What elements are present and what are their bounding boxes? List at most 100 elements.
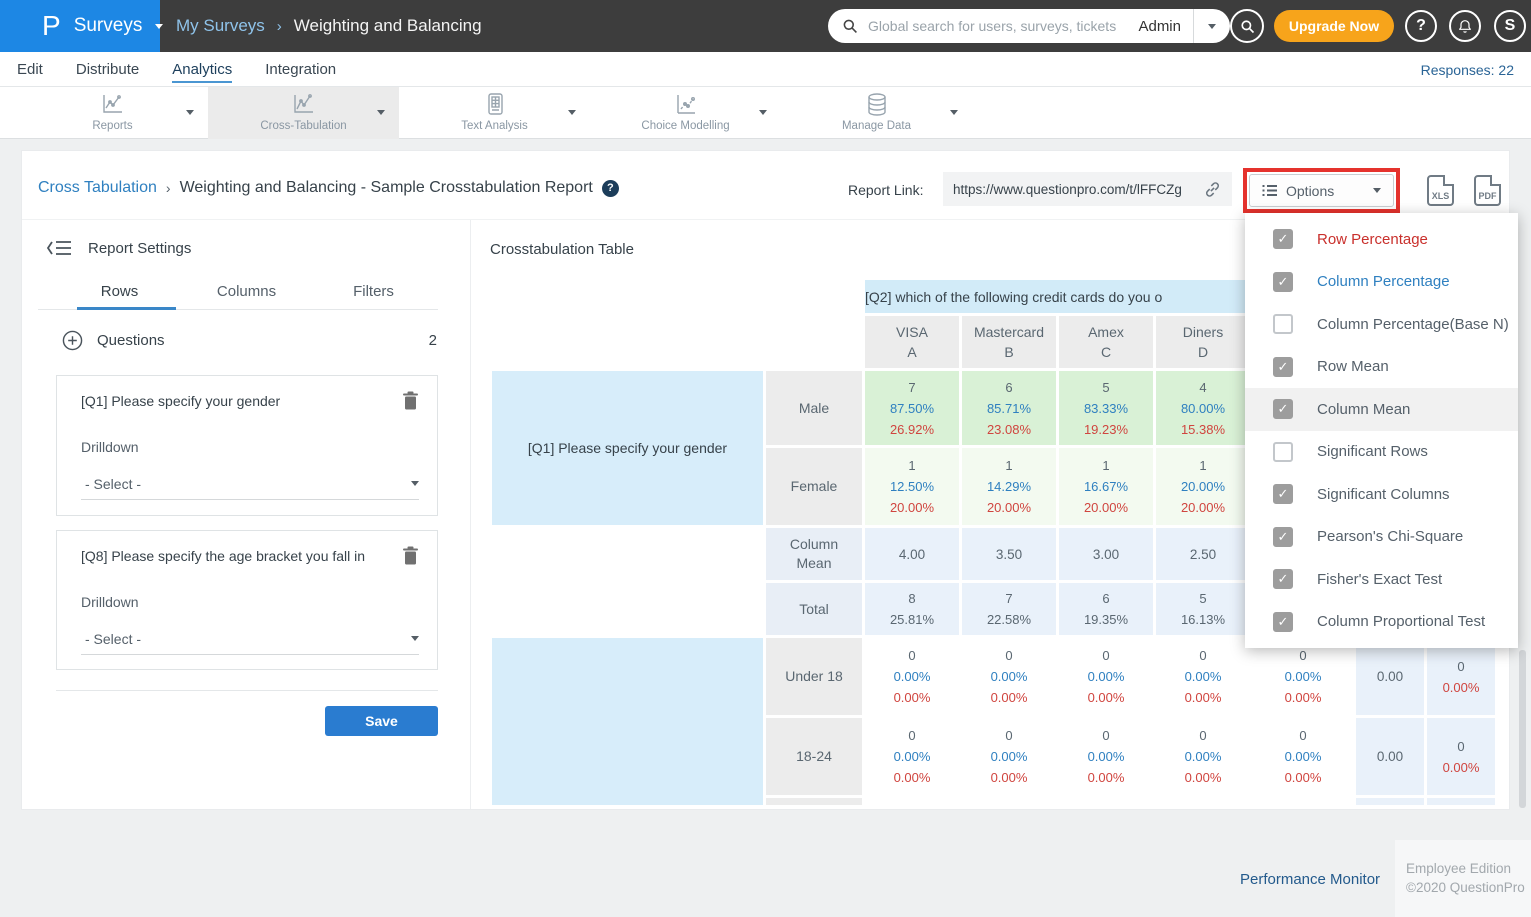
menu-item-row-mean[interactable]: Row Mean xyxy=(1245,346,1518,389)
drilldown-select[interactable]: - Select - xyxy=(81,623,419,655)
nav-edit[interactable]: Edit xyxy=(17,61,43,78)
checkbox[interactable] xyxy=(1273,272,1293,292)
tab-rows[interactable]: Rows xyxy=(56,283,183,310)
menu-item-significant-rows[interactable]: Significant Rows xyxy=(1245,431,1518,474)
report-settings-title: Report Settings xyxy=(88,240,191,257)
menu-item-row-percentage[interactable]: Row Percentage xyxy=(1245,218,1518,261)
help-icon[interactable]: ? xyxy=(602,180,619,197)
checkbox[interactable] xyxy=(1273,399,1293,419)
toolbar-reports[interactable]: Reports xyxy=(17,87,208,139)
menu-item-pearsons-chi-square[interactable]: Pearson's Chi-Square xyxy=(1245,516,1518,559)
questions-header: Questions 2 xyxy=(62,328,437,352)
toolbar-text-analysis[interactable]: Text Analysis xyxy=(399,87,590,139)
cross-tabulation-link[interactable]: Cross Tabulation xyxy=(38,179,157,197)
export-xls-button[interactable]: XLS xyxy=(1427,175,1454,206)
row-question-label xyxy=(492,638,763,805)
menu-item-column-proportional-test[interactable]: Column Proportional Test xyxy=(1245,601,1518,644)
add-question-icon[interactable] xyxy=(62,330,83,351)
search-input[interactable] xyxy=(868,18,1126,34)
checkbox[interactable] xyxy=(1273,612,1293,632)
chevron-down-icon[interactable] xyxy=(568,110,576,115)
column-header: AmexC xyxy=(1059,316,1153,368)
row-header: Under 18 xyxy=(766,638,862,715)
nav-distribute[interactable]: Distribute xyxy=(76,61,139,78)
report-link-box[interactable]: https://www.questionpro.com/t/lFFCZg xyxy=(943,172,1232,206)
search-submit-button[interactable] xyxy=(1230,9,1264,43)
checkbox[interactable] xyxy=(1273,569,1293,589)
menu-item-fishers-exact-test[interactable]: Fisher's Exact Test xyxy=(1245,558,1518,601)
export-pdf-button[interactable]: PDF xyxy=(1474,175,1501,206)
menu-item-column-percentage-base-n[interactable]: Column Percentage(Base N) xyxy=(1245,303,1518,346)
survey-nav: Edit Distribute Analytics Integration xyxy=(0,52,1531,87)
row-header xyxy=(766,798,862,805)
upgrade-now-button[interactable]: Upgrade Now xyxy=(1274,10,1394,42)
row-header: 18-24 xyxy=(766,718,862,795)
drilldown-label: Drilldown xyxy=(81,594,139,610)
help-button[interactable]: ? xyxy=(1405,10,1437,42)
checkbox[interactable] xyxy=(1273,527,1293,547)
toolbar-choice-modelling[interactable]: Choice Modelling xyxy=(590,87,781,139)
search-scope-caret[interactable] xyxy=(1194,9,1230,43)
toolbar-cross-tabulation[interactable]: Cross-Tabulation xyxy=(208,87,399,139)
checkbox[interactable] xyxy=(1273,314,1293,334)
row-header: Total xyxy=(766,583,862,635)
column-header: MastercardB xyxy=(962,316,1056,368)
tab-filters[interactable]: Filters xyxy=(310,283,437,310)
trash-icon xyxy=(402,391,419,410)
crosstab-cell: 0.00 xyxy=(1356,638,1424,715)
crosstab-cell: 120.00%20.00% xyxy=(1156,448,1250,525)
delete-question-button[interactable] xyxy=(402,391,419,415)
analytics-toolbar: Reports Cross-Tabulation Text Analysis C… xyxy=(0,87,1531,139)
link-icon[interactable] xyxy=(1203,180,1222,199)
crosstab-cell: 722.58% xyxy=(962,583,1056,635)
question-card: [Q1] Please specify your gender Drilldow… xyxy=(56,375,438,516)
chevron-down-icon[interactable] xyxy=(950,110,958,115)
crosstab-cell: 787.50%26.92% xyxy=(865,371,959,445)
settings-tabs: Rows Columns Filters xyxy=(56,283,437,310)
row-header: Female xyxy=(766,448,862,525)
row-header: ColumnMean xyxy=(766,528,862,580)
menu-item-column-percentage[interactable]: Column Percentage xyxy=(1245,261,1518,304)
crosstab-cell: 00.00%0.00% xyxy=(1156,718,1250,795)
notifications-button[interactable] xyxy=(1449,10,1481,42)
menu-item-significant-columns[interactable]: Significant Columns xyxy=(1245,473,1518,516)
vertical-scrollbar[interactable] xyxy=(1519,650,1526,808)
report-url[interactable]: https://www.questionpro.com/t/lFFCZg xyxy=(953,182,1195,197)
save-button[interactable]: Save xyxy=(325,706,438,736)
report-link-label: Report Link: xyxy=(848,182,923,198)
active-tab-indicator xyxy=(77,307,176,310)
crosstab-cell: 00.00%0.00% xyxy=(1253,638,1353,715)
chevron-down-icon[interactable] xyxy=(377,110,385,115)
checkbox[interactable] xyxy=(1273,484,1293,504)
responses-count: Responses: 22 xyxy=(1421,52,1514,87)
breadcrumb-separator: › xyxy=(166,180,171,196)
nav-integration[interactable]: Integration xyxy=(265,61,336,78)
crosstab-cell: 4.00 xyxy=(865,528,959,580)
line-chart-icon xyxy=(17,92,208,116)
avatar[interactable]: S xyxy=(1494,10,1526,42)
performance-monitor-link[interactable]: Performance Monitor xyxy=(1240,871,1380,888)
checkbox[interactable] xyxy=(1273,357,1293,377)
nav-analytics[interactable]: Analytics xyxy=(172,61,232,83)
crosstab-cell: 825.81% xyxy=(865,583,959,635)
chevron-down-icon[interactable] xyxy=(759,110,767,115)
checkbox[interactable] xyxy=(1273,229,1293,249)
search-scope-selector[interactable]: Admin xyxy=(1126,18,1193,35)
crosstab-cell: 516.13% xyxy=(1156,583,1250,635)
drilldown-select[interactable]: - Select - xyxy=(81,468,419,500)
document-icon xyxy=(399,92,590,116)
divider xyxy=(470,220,471,809)
collapse-panel-icon[interactable] xyxy=(46,239,72,257)
toolbar-manage-data[interactable]: Manage Data xyxy=(781,87,972,139)
highlight-annotation xyxy=(1243,168,1400,213)
delete-question-button[interactable] xyxy=(402,546,419,570)
checkbox[interactable] xyxy=(1273,442,1293,462)
menu-item-column-mean[interactable]: Column Mean xyxy=(1245,388,1518,431)
crosstab-cell: 00.00%0.00% xyxy=(1156,638,1250,715)
breadcrumb-my-surveys[interactable]: My Surveys xyxy=(176,16,265,36)
question-card: [Q8] Please specify the age bracket you … xyxy=(56,530,438,670)
tab-columns[interactable]: Columns xyxy=(183,283,310,310)
crosstab-cell: 00.00% xyxy=(1427,718,1495,795)
chevron-down-icon[interactable] xyxy=(186,110,194,115)
product-switcher[interactable]: P Surveys xyxy=(0,0,160,52)
